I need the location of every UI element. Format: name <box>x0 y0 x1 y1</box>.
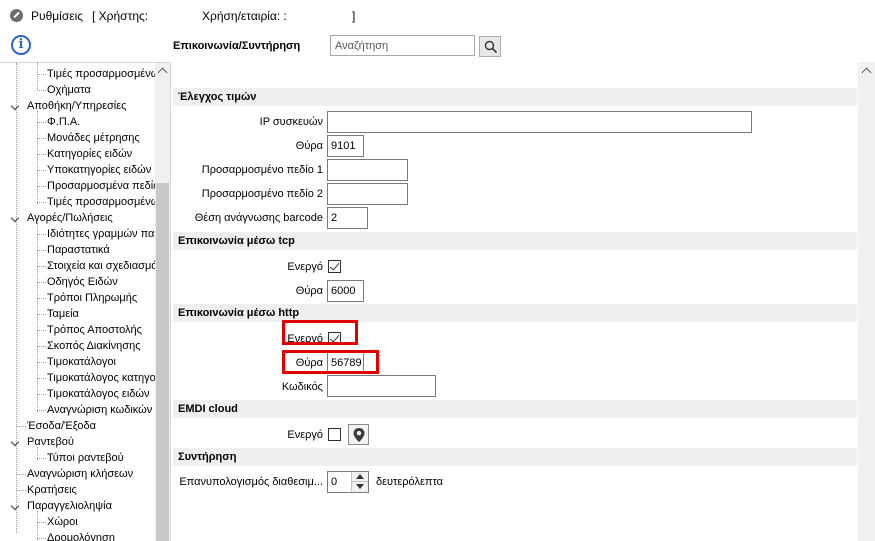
custom-field-1[interactable] <box>327 159 408 181</box>
tree-item[interactable]: Τρόπος Αποστολής <box>36 322 142 338</box>
tree-item[interactable]: Παραστατικά <box>36 242 110 258</box>
info-icon[interactable]: i <box>11 35 31 55</box>
section-http: Επικοινωνία μέσω http <box>173 304 857 322</box>
scroll-up-icon[interactable] <box>155 63 170 79</box>
tree-scroll-thumb[interactable] <box>156 183 169 541</box>
tree-item[interactable]: Προσαρμοσμένα πεδίω <box>36 178 162 194</box>
tree-item[interactable]: Οχήματα <box>36 82 91 98</box>
tcp-active-checkbox[interactable] <box>328 260 341 273</box>
tree-item[interactable]: Δρομολόγηση <box>36 530 115 541</box>
section-price-check: Έλεγχος τιμών <box>173 88 857 106</box>
map-pin-icon <box>353 428 365 442</box>
stepper-buttons <box>351 472 368 492</box>
tcp-port-label: Θύρα <box>295 285 323 297</box>
custom-field-1-label: Προσαρμοσμένο πεδίο 1 <box>201 164 323 176</box>
tree-item[interactable]: Φ.Π.Α. <box>36 114 80 130</box>
price-port-label: Θύρα <box>295 140 323 152</box>
tree-item[interactable]: Οδηγός Ειδών <box>36 274 118 290</box>
page-title: Επικοινωνία/Συντήρηση <box>173 40 301 52</box>
section-tcp: Επικοινωνία μέσω tcp <box>173 232 857 250</box>
highlight-box <box>282 320 358 345</box>
search-button[interactable] <box>479 36 501 57</box>
user-label: [ Χρήστης: <box>92 9 149 23</box>
search-input[interactable] <box>330 35 475 56</box>
ip-label: IP συσκευών <box>259 116 323 128</box>
tree-item[interactable]: Τύποι ραντεβού <box>36 450 124 466</box>
search-icon <box>484 40 498 54</box>
chevron-down-icon[interactable] <box>11 98 21 114</box>
title-closing-bracket: ] <box>352 9 356 23</box>
tree-group-income-expenses[interactable]: Έσοδα/Έξοδα <box>16 418 96 434</box>
recalc-stepper[interactable]: 0 <box>327 471 369 493</box>
barcode-position-field[interactable]: 2 <box>327 207 368 229</box>
tree-item[interactable]: Στοιχεία και σχεδιασμό <box>36 258 157 274</box>
http-code-label: Κωδικός <box>281 381 323 393</box>
tree-item[interactable]: Ιδιότητες γραμμών πα <box>36 226 154 242</box>
tree-scrollbar[interactable] <box>155 63 170 541</box>
stepper-up-icon[interactable] <box>352 472 368 482</box>
price-port-field[interactable]: 9101 <box>327 135 364 157</box>
tree-item[interactable]: Τιμοκατάλογος κατηγο <box>36 370 156 386</box>
recalc-label: Επανυπολογισμός διαθεσιμ... <box>179 476 323 488</box>
user-company-label: Χρήση/εταιρία: : <box>202 9 287 23</box>
settings-app-icon <box>10 9 23 22</box>
main-scrollbar[interactable] <box>858 62 875 541</box>
tree-item[interactable]: Ταμεία <box>36 306 79 322</box>
section-emdi-cloud: EMDI cloud <box>173 400 857 418</box>
tree-item[interactable]: Μονάδες μέτρησης <box>36 130 140 146</box>
title-bar: Ρυθμίσεις [ Χρήστης: Χρήση/εταιρία: : ] <box>0 0 875 30</box>
tree-item[interactable]: Χώροι <box>36 514 78 530</box>
emdi-active-label: Ενεργό <box>287 429 323 441</box>
tcp-port-field[interactable]: 6000 <box>327 280 364 302</box>
tree-item[interactable]: Τιμές προσαρμοσμένω <box>36 66 159 82</box>
tree-item[interactable]: Κατηγορίες ειδών <box>36 146 132 162</box>
tree-item[interactable]: Υποκατηγορίες ειδών <box>36 162 151 178</box>
custom-field-2[interactable] <box>327 183 408 205</box>
chevron-down-icon[interactable] <box>11 498 21 514</box>
highlight-box <box>282 350 379 374</box>
tree-item[interactable]: Σκοπός Διακίνησης <box>36 338 141 354</box>
custom-field-2-label: Προσαρμοσμένο πεδίο 2 <box>201 188 323 200</box>
tree-group-sales[interactable]: Αγορές/Πωλήσεις <box>0 210 113 226</box>
tree-group-inventory[interactable]: Αποθήκη/Υπηρεσίες <box>0 98 126 114</box>
emdi-active-checkbox[interactable] <box>328 428 341 441</box>
tree-item[interactable]: Τιμοκατάλογος ειδών <box>36 386 149 402</box>
scroll-up-icon[interactable] <box>858 62 875 79</box>
tree-item[interactable]: Τρόποι Πληρωμής <box>36 290 137 306</box>
location-button[interactable] <box>348 424 369 445</box>
chevron-down-icon[interactable] <box>11 210 21 226</box>
http-code-field[interactable] <box>327 375 436 397</box>
chevron-down-icon[interactable] <box>11 434 21 450</box>
tree-item[interactable]: Αναγνώριση κωδικών <box>36 402 152 418</box>
tree-root-line <box>16 63 17 533</box>
barcode-position-label: Θέση ανάγνωσης barcode <box>194 212 323 224</box>
ip-field[interactable] <box>327 111 752 133</box>
tcp-active-label: Ενεργό <box>287 261 323 273</box>
tree-item[interactable]: Τιμές προσαρμοσμένω <box>36 194 159 210</box>
section-maintenance: Συντήρηση <box>173 448 857 466</box>
tree-group-ordering[interactable]: Παραγγελιοληψία <box>0 498 112 514</box>
tree-group-caller-id[interactable]: Αναγνώριση κλήσεων <box>16 466 133 482</box>
tree-group-appointments[interactable]: Ραντεβού <box>0 434 74 450</box>
recalc-value: 0 <box>331 476 338 488</box>
tree-group-reservations[interactable]: Κρατήσεις <box>16 482 77 498</box>
window-title: Ρυθμίσεις <box>31 9 84 23</box>
settings-tree: Τιμές προσαρμοσμένω Οχήματα Αποθήκη/Υπηρ… <box>0 62 171 541</box>
tree-item[interactable]: Τιμοκατάλογοι <box>36 354 116 370</box>
stepper-down-icon[interactable] <box>352 482 368 492</box>
recalc-unit: δευτερόλεπτα <box>376 476 443 488</box>
